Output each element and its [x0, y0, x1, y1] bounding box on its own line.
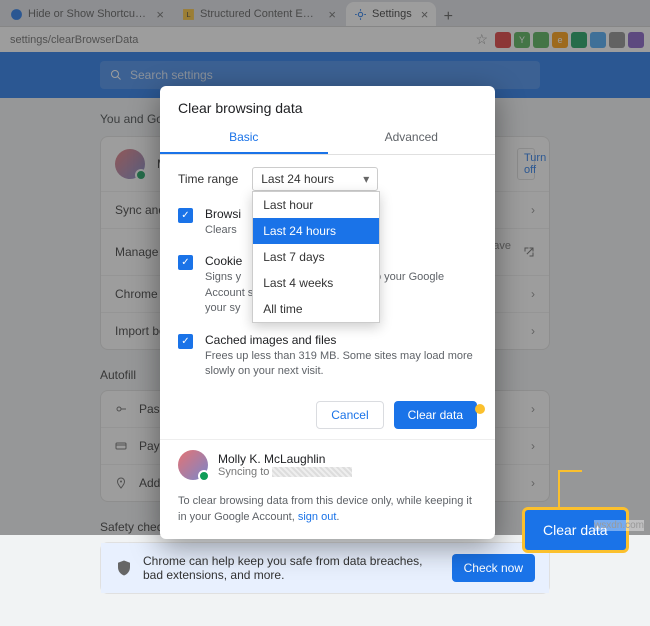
clear-browsing-data-dialog: Clear browsing data Basic Advanced Time …	[160, 86, 495, 539]
dialog-title: Clear browsing data	[160, 86, 495, 122]
sign-out-link[interactable]: sign out	[298, 511, 337, 523]
checkbox-checked-icon[interactable]: ✓	[178, 255, 193, 270]
option-last-7-days[interactable]: Last 7 days	[253, 244, 379, 270]
safety-card: Chrome can help keep you safe from data …	[100, 542, 550, 594]
time-range-row: Time range Last 24 hours ▾ Last hour Las…	[160, 155, 495, 199]
redacted-email	[272, 467, 352, 477]
footer-note: To clear browsing data from this device …	[160, 494, 495, 525]
item-desc: Frees up less than 319 MB. Some sites ma…	[205, 349, 477, 380]
cached-row: ✓ Cached images and files Frees up less …	[160, 325, 495, 388]
checkbox-checked-icon[interactable]: ✓	[178, 334, 193, 349]
dialog-actions: Cancel Clear data	[160, 387, 495, 431]
time-range-select[interactable]: Last 24 hours ▾ Last hour Last 24 hours …	[252, 167, 378, 191]
dialog-tabs: Basic Advanced	[160, 122, 495, 155]
tab-advanced[interactable]: Advanced	[328, 122, 496, 154]
shield-icon	[115, 559, 133, 577]
profile-name: Molly K. McLaughlin	[218, 452, 352, 466]
item-desc: Clears	[205, 223, 241, 238]
sync-status: Syncing to	[218, 466, 352, 478]
check-now-button[interactable]: Check now	[452, 554, 535, 582]
cancel-button[interactable]: Cancel	[316, 401, 383, 429]
chevron-down-icon: ▾	[363, 172, 369, 186]
item-title: Browsi	[205, 207, 241, 221]
clear-data-button[interactable]: Clear data	[394, 401, 477, 429]
option-all-time[interactable]: All time	[253, 296, 379, 322]
option-last-4-weeks[interactable]: Last 4 weeks	[253, 270, 379, 296]
highlight-dot	[475, 404, 485, 414]
tab-basic[interactable]: Basic	[160, 122, 328, 154]
option-last-24-hours[interactable]: Last 24 hours	[253, 218, 379, 244]
item-title: Cached images and files	[205, 333, 477, 347]
watermark: wsxdn.com	[594, 520, 644, 531]
time-range-dropdown: Last hour Last 24 hours Last 7 days Last…	[252, 191, 380, 323]
option-last-hour[interactable]: Last hour	[253, 192, 379, 218]
profile-sync-row: Molly K. McLaughlin Syncing to	[160, 439, 495, 486]
time-range-label: Time range	[178, 172, 238, 186]
avatar-icon	[178, 450, 208, 480]
callout-line	[559, 470, 582, 472]
selected-value: Last 24 hours	[261, 172, 334, 186]
safety-row: Chrome can help keep you safe from data …	[101, 543, 549, 593]
safety-text: Chrome can help keep you safe from data …	[143, 554, 442, 582]
checkbox-checked-icon[interactable]: ✓	[178, 208, 193, 223]
